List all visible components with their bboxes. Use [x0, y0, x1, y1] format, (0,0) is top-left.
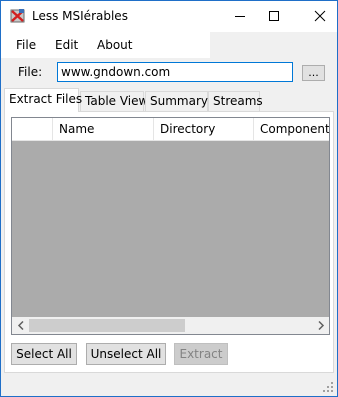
scroll-left-button[interactable] — [12, 317, 29, 334]
extract-button[interactable]: Extract — [174, 343, 228, 365]
browse-button[interactable]: ... — [302, 65, 325, 81]
main-window: Less MSIérables File Edit About File: ..… — [0, 0, 338, 397]
list-header: Name Directory Component — [12, 118, 329, 141]
tab-summary[interactable]: Summary — [145, 91, 208, 111]
menu-file[interactable]: File — [16, 38, 36, 52]
tab-table-view[interactable]: Table View — [80, 91, 148, 111]
tab-extract-files[interactable]: Extract Files — [4, 88, 82, 112]
menu-bar: File Edit About — [1, 32, 337, 58]
file-path-input[interactable] — [57, 62, 293, 82]
horizontal-scrollbar[interactable] — [12, 317, 329, 334]
status-bar — [1, 379, 337, 396]
select-all-button[interactable]: Select All — [11, 343, 77, 365]
msi-app-icon — [10, 8, 26, 24]
file-label: File: — [18, 65, 43, 79]
minimize-button[interactable] — [223, 1, 257, 31]
scroll-right-button[interactable] — [312, 317, 329, 334]
scroll-thumb[interactable] — [29, 319, 185, 332]
column-header-directory[interactable]: Directory — [154, 118, 254, 140]
title-bar[interactable]: Less MSIérables — [1, 1, 337, 32]
window-title: Less MSIérables — [32, 9, 128, 23]
menu-edit[interactable]: Edit — [55, 38, 78, 52]
unselect-all-button[interactable]: Unselect All — [86, 343, 166, 365]
column-header-select[interactable] — [12, 118, 53, 140]
file-list[interactable]: Name Directory Component — [11, 117, 330, 335]
resize-grip-icon[interactable] — [322, 381, 334, 393]
close-button[interactable] — [303, 1, 337, 31]
tab-streams[interactable]: Streams — [208, 91, 263, 111]
menu-about[interactable]: About — [97, 38, 132, 52]
column-header-name[interactable]: Name — [53, 118, 154, 140]
maximize-button[interactable] — [257, 1, 291, 31]
column-header-component[interactable]: Component — [254, 118, 329, 140]
